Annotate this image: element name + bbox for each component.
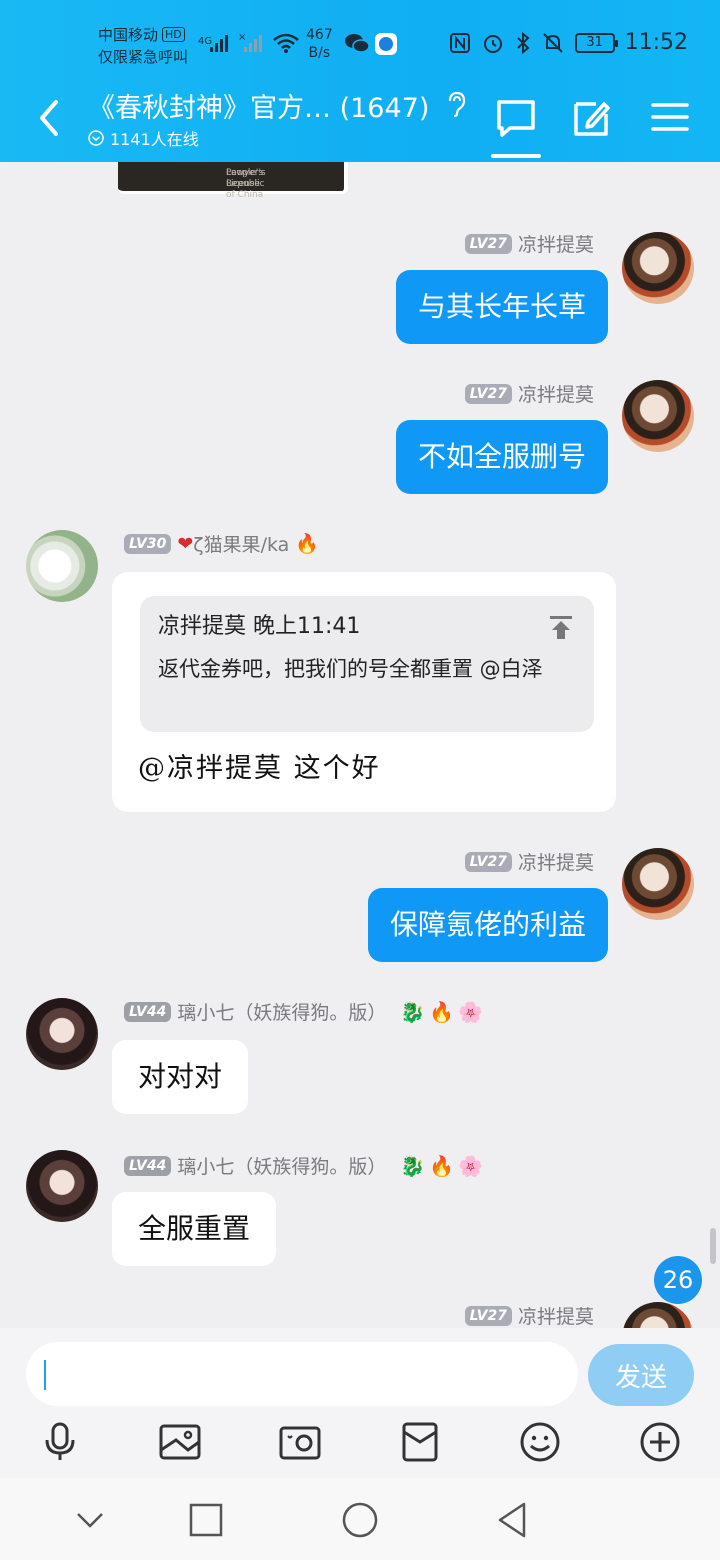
level-badge: LV27 [464,233,512,254]
alarm-icon [483,34,502,53]
chat-header: 中国移动 HD 仅限紧急呼叫 4G × 467 B/s 31 11:52 《春秋… [0,0,720,162]
fire-icon: 🔥 [429,1153,455,1178]
unread-count-badge[interactable]: 26 [654,1256,702,1304]
red-packet-icon[interactable] [398,1420,442,1464]
group-title[interactable]: 《春秋封神》官方… (1647) [88,86,466,125]
menu-icon[interactable] [648,96,692,140]
text-caret [44,1360,46,1390]
sender-name[interactable]: 璃小七（妖族得狗。版） [177,1152,386,1179]
wifi-icon [273,33,299,53]
outgoing-message[interactable]: 保障氪佬的利益 [367,888,608,962]
message-meta: LV27 凉拌提莫 [464,848,594,875]
avatar[interactable] [622,1302,694,1328]
message-input[interactable] [26,1342,578,1406]
dragon-icon: 🐉 [400,999,426,1024]
fire-icon: 🔥 [295,533,319,555]
jump-to-top-icon[interactable] [548,614,574,640]
status-bar: 中国移动 HD 仅限紧急呼叫 4G × 467 B/s 31 11:52 [0,0,720,78]
outgoing-message[interactable]: 与其长年长草 [395,270,608,344]
outgoing-message[interactable]: 不如全服删号 [395,420,608,494]
avatar[interactable] [26,1150,98,1222]
plus-icon[interactable] [638,1420,682,1464]
level-badge: LV44 [124,1001,172,1022]
level-badge: LV27 [464,1305,512,1326]
message-meta: LV44 璃小七（妖族得狗。版） 🐉 🔥 🌸 [124,998,483,1025]
sender-name[interactable]: 凉拌提莫 [518,230,594,257]
chat-icon[interactable] [494,96,538,140]
send-button[interactable]: 发送 [588,1344,694,1406]
scrollbar[interactable] [710,1228,716,1264]
bluetooth-icon [516,31,530,54]
level-badge: LV44 [124,1155,172,1176]
online-count: 1141人在线 [88,126,199,150]
clock: 11:52 [624,30,688,55]
dragon-icon: 🐉 [400,1153,426,1178]
avatar[interactable] [622,848,694,920]
sender-name[interactable]: 凉拌提莫 [518,380,594,407]
hd-badge: HD [162,27,185,42]
app-notification-icon [375,33,397,55]
avatar[interactable] [622,232,694,304]
right-status-icons: 31 11:52 [449,30,688,55]
shared-image-message[interactable]: Lawyer's License People's Republic of Chi… [118,162,348,200]
fire-icon: 🔥 [429,999,455,1024]
level-badge: LV27 [464,383,512,404]
incoming-message[interactable]: 全服重置 [112,1192,277,1266]
mic-icon[interactable] [38,1420,82,1464]
emergency-only: 仅限紧急呼叫 [98,48,189,66]
message-meta: LV27 凉拌提莫 [464,230,594,257]
sender-name[interactable]: 璃小七（妖族得狗。版） [177,998,386,1025]
wechat-icon [345,34,370,53]
input-panel: 发送 [0,1328,720,1478]
flower-icon: 🌸 [458,1153,484,1178]
reply-message[interactable]: 凉拌提莫 晚上11:41 返代金券吧，把我们的号全都重置 @白泽 @凉拌提莫 这… [112,572,616,812]
quote-text: 返代金券吧，把我们的号全都重置 @白泽 [158,657,543,681]
sender-name[interactable]: 凉拌提莫 [518,848,594,875]
badge-icons: 🐉 🔥 🌸 [400,1154,483,1178]
badge-icons: 🐉 🔥 🌸 [400,1000,483,1024]
reply-text: @凉拌提莫 这个好 [138,753,381,784]
back-icon[interactable] [34,98,66,138]
system-navigation-bar [0,1478,720,1560]
level-badge: LV30 [124,533,172,554]
nav-home-icon[interactable] [340,1500,380,1540]
camera-icon[interactable] [278,1420,322,1464]
nav-recent-icon[interactable] [186,1500,226,1540]
net-speed: 467 B/s [306,27,333,61]
svg-text:4G: 4G [198,36,212,47]
message-meta: LV27 凉拌提莫 [464,1302,594,1328]
battery-indicator: 31 [574,32,618,53]
nav-down-icon[interactable] [70,1500,110,1540]
message-meta: LV27 凉拌提莫 [464,380,594,407]
edit-icon[interactable] [570,96,614,140]
quoted-message[interactable]: 凉拌提莫 晚上11:41 返代金券吧，把我们的号全都重置 @白泽 [140,596,594,732]
message-meta: LV44 璃小七（妖族得狗。版） 🐉 🔥 🌸 [124,1152,483,1179]
sender-name[interactable]: 凉拌提莫 [518,1302,594,1328]
quote-header: 凉拌提莫 晚上11:41 [158,614,361,639]
carrier-name: 中国移动 [98,26,159,44]
svg-text:×: × [238,32,246,43]
sender-name[interactable]: ζ猫果果/ka [193,530,289,557]
flower-icon: 🌸 [458,999,484,1024]
picture-icon[interactable] [158,1420,202,1464]
avatar[interactable] [622,380,694,452]
nav-back-icon[interactable] [494,1500,534,1540]
avatar[interactable] [26,530,98,602]
ear-icon[interactable] [446,91,466,117]
nfc-icon [449,32,470,53]
mute-icon [542,32,563,53]
active-tab-indicator [491,154,541,158]
heart-icon: ❤ [177,532,194,555]
message-meta: LV30 ❤ ζ猫果果/ka 🔥 [124,530,319,557]
level-badge: LV27 [464,851,512,872]
avatar[interactable] [26,998,98,1070]
signal-icon: 4G × [198,32,262,52]
emoji-icon[interactable] [518,1420,562,1464]
online-check-icon [88,130,104,146]
carrier-info: 中国移动 HD 仅限紧急呼叫 [98,24,188,68]
message-list[interactable]: Lawyer's License People's Republic of Chi… [0,162,720,1328]
incoming-message[interactable]: 对对对 [112,1040,249,1114]
